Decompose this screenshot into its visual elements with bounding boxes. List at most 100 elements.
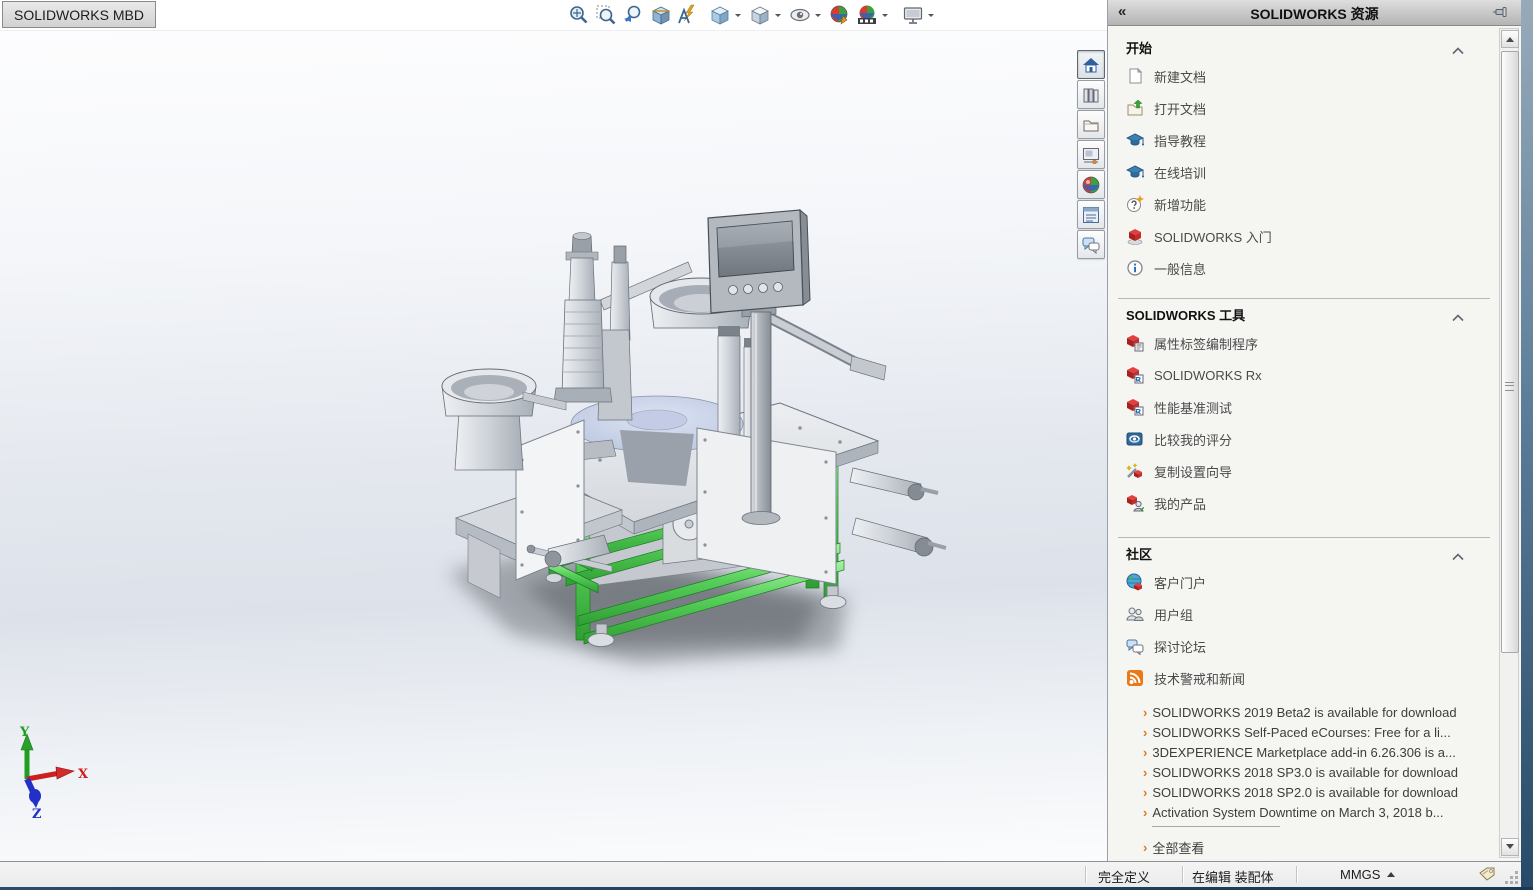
panel-item-performance-benchmark[interactable]: 性能基准测试	[1108, 391, 1500, 423]
triad-z-label: Z	[32, 807, 42, 822]
hide-show-items-dropdown[interactable]	[813, 3, 822, 27]
my-products-icon	[1125, 494, 1145, 513]
assembly-model	[0, 0, 1107, 890]
tab-solidworks-forum[interactable]	[1077, 230, 1105, 259]
collapse-section-icon[interactable]	[1452, 42, 1464, 60]
panel-item-user-groups[interactable]: 用户组	[1108, 598, 1500, 630]
section-divider	[1118, 537, 1490, 538]
news-arrow-icon: ›	[1143, 785, 1147, 800]
panel-item-solidworks-rx[interactable]: SOLIDWORKS Rx	[1108, 359, 1500, 391]
tab-design-library[interactable]	[1077, 80, 1105, 109]
news-hover-underline	[1152, 826, 1280, 827]
news-link[interactable]: › SOLIDWORKS 2019 Beta2 is available for…	[1143, 702, 1500, 722]
forum-icon	[1081, 235, 1101, 255]
units-label: MMGS	[1340, 867, 1380, 882]
news-arrow-icon: ›	[1143, 725, 1147, 740]
statusbar-separator	[1182, 866, 1184, 883]
tab-view-palette[interactable]	[1077, 140, 1105, 169]
previous-view-button[interactable]	[620, 3, 645, 27]
collapse-section-icon[interactable]	[1452, 548, 1464, 566]
panel-item-new-document[interactable]: 新建文档	[1108, 60, 1500, 92]
display-style-dropdown[interactable]	[773, 3, 782, 27]
tech-alerts-icon	[1125, 669, 1145, 688]
zoom-to-area-button[interactable]	[593, 3, 618, 27]
solidworks-rx-icon	[1125, 366, 1145, 385]
news-link[interactable]: › SOLIDWORKS Self-Paced eCourses: Free f…	[1143, 722, 1500, 742]
news-link[interactable]: › 3DEXPERIENCE Marketplace add-in 6.26.3…	[1143, 742, 1500, 762]
news-link[interactable]: › SOLIDWORKS 2018 SP2.0 is available for…	[1143, 782, 1500, 802]
section-tools-header: SOLIDWORKS 工具	[1126, 305, 1500, 327]
panel-item-general-info[interactable]: 一般信息	[1108, 252, 1500, 284]
edit-appearance-button[interactable]	[827, 3, 852, 27]
panel-item-copy-settings-wizard[interactable]: 复制设置向导	[1108, 455, 1500, 487]
general-info-icon	[1125, 259, 1145, 278]
triad-y-label: Y	[19, 725, 30, 740]
collapse-section-icon[interactable]	[1452, 309, 1464, 327]
graphics-viewport[interactable]: Y X Z	[0, 30, 1107, 861]
panel-item-customer-portal[interactable]: 客户门户	[1108, 566, 1500, 598]
scroll-up-arrow[interactable]	[1501, 30, 1519, 48]
pin-icon[interactable]	[1491, 4, 1509, 25]
view-settings-button[interactable]	[900, 3, 925, 27]
panel-item-my-products[interactable]: 我的产品	[1108, 487, 1500, 519]
status-bar: 完全定义 在编辑 装配体 MMGS	[0, 861, 1521, 887]
panel-item-tech-alerts[interactable]: 技术警戒和新闻	[1108, 662, 1500, 694]
edit-mode-status: 在编辑 装配体	[1192, 867, 1274, 886]
document-tab[interactable]: SOLIDWORKS MBD	[2, 1, 156, 28]
panel-header: « SOLIDWORKS 资源	[1108, 0, 1521, 26]
section-community-header: 社区	[1126, 544, 1500, 566]
view-all-link[interactable]: › 全部查看	[1143, 837, 1500, 857]
view-orientation-button[interactable]	[707, 3, 732, 27]
file-explorer-icon	[1081, 115, 1101, 135]
news-arrow-icon: ›	[1143, 840, 1147, 855]
tab-appearances-scenes[interactable]	[1077, 170, 1105, 199]
panel-item-compare-scores[interactable]: 比较我的评分	[1108, 423, 1500, 455]
news-arrow-icon: ›	[1143, 765, 1147, 780]
task-pane-tab-strip	[1077, 50, 1107, 260]
triad-x-label: X	[78, 767, 89, 782]
panel-item-whats-new[interactable]: 新增功能	[1108, 188, 1500, 220]
performance-benchmark-icon	[1125, 398, 1145, 417]
panel-scrollbar[interactable]	[1499, 28, 1519, 858]
hide-show-items-button[interactable]	[787, 3, 812, 27]
display-style-button[interactable]	[747, 3, 772, 27]
online-training-icon	[1125, 163, 1145, 182]
scrollbar-thumb[interactable]	[1501, 51, 1519, 653]
panel-title: SOLIDWORKS 资源	[1108, 4, 1521, 24]
appearances-icon	[1081, 175, 1101, 195]
section-divider	[1118, 298, 1490, 299]
custom-properties-icon	[1081, 205, 1101, 225]
apply-scene-button[interactable]	[854, 3, 879, 27]
tab-file-explorer[interactable]	[1077, 110, 1105, 139]
tab-custom-properties[interactable]	[1077, 200, 1105, 229]
constraint-status: 完全定义	[1098, 867, 1150, 886]
panel-item-property-tab-builder[interactable]: 属性标签编制程序	[1108, 327, 1500, 359]
panel-item-discussion-forum[interactable]: 探讨论坛	[1108, 630, 1500, 662]
zoom-to-fit-button[interactable]	[566, 3, 591, 27]
panel-item-getting-started[interactable]: SOLIDWORKS 入门	[1108, 220, 1500, 252]
apply-scene-dropdown[interactable]	[880, 3, 889, 27]
statusbar-separator	[1296, 866, 1298, 883]
view-orientation-dropdown[interactable]	[733, 3, 742, 27]
scroll-down-arrow[interactable]	[1501, 838, 1519, 856]
section-view-button[interactable]	[647, 3, 672, 27]
statusbar-separator	[1085, 866, 1087, 883]
getting-started-icon	[1125, 227, 1145, 246]
view-settings-dropdown[interactable]	[926, 3, 935, 27]
customer-portal-icon	[1125, 573, 1145, 592]
design-library-icon	[1081, 85, 1101, 105]
news-link[interactable]: › Activation System Downtime on March 3,…	[1143, 802, 1500, 822]
units-selector[interactable]: MMGS	[1340, 867, 1395, 882]
orientation-triad: Y X Z	[8, 722, 118, 822]
dynamic-annotation-views-button[interactable]	[674, 3, 699, 27]
new-document-icon	[1125, 67, 1145, 86]
news-link[interactable]: › SOLIDWORKS 2018 SP3.0 is available for…	[1143, 762, 1500, 782]
news-arrow-icon: ›	[1143, 745, 1147, 760]
caret-up-icon	[1387, 868, 1395, 877]
tag-icon[interactable]	[1478, 866, 1496, 888]
panel-item-tutorials[interactable]: 指导教程	[1108, 124, 1500, 156]
panel-item-open-document[interactable]: 打开文档	[1108, 92, 1500, 124]
tab-solidworks-resources[interactable]	[1077, 50, 1105, 79]
panel-item-online-training[interactable]: 在线培训	[1108, 156, 1500, 188]
compare-scores-icon	[1125, 430, 1145, 449]
